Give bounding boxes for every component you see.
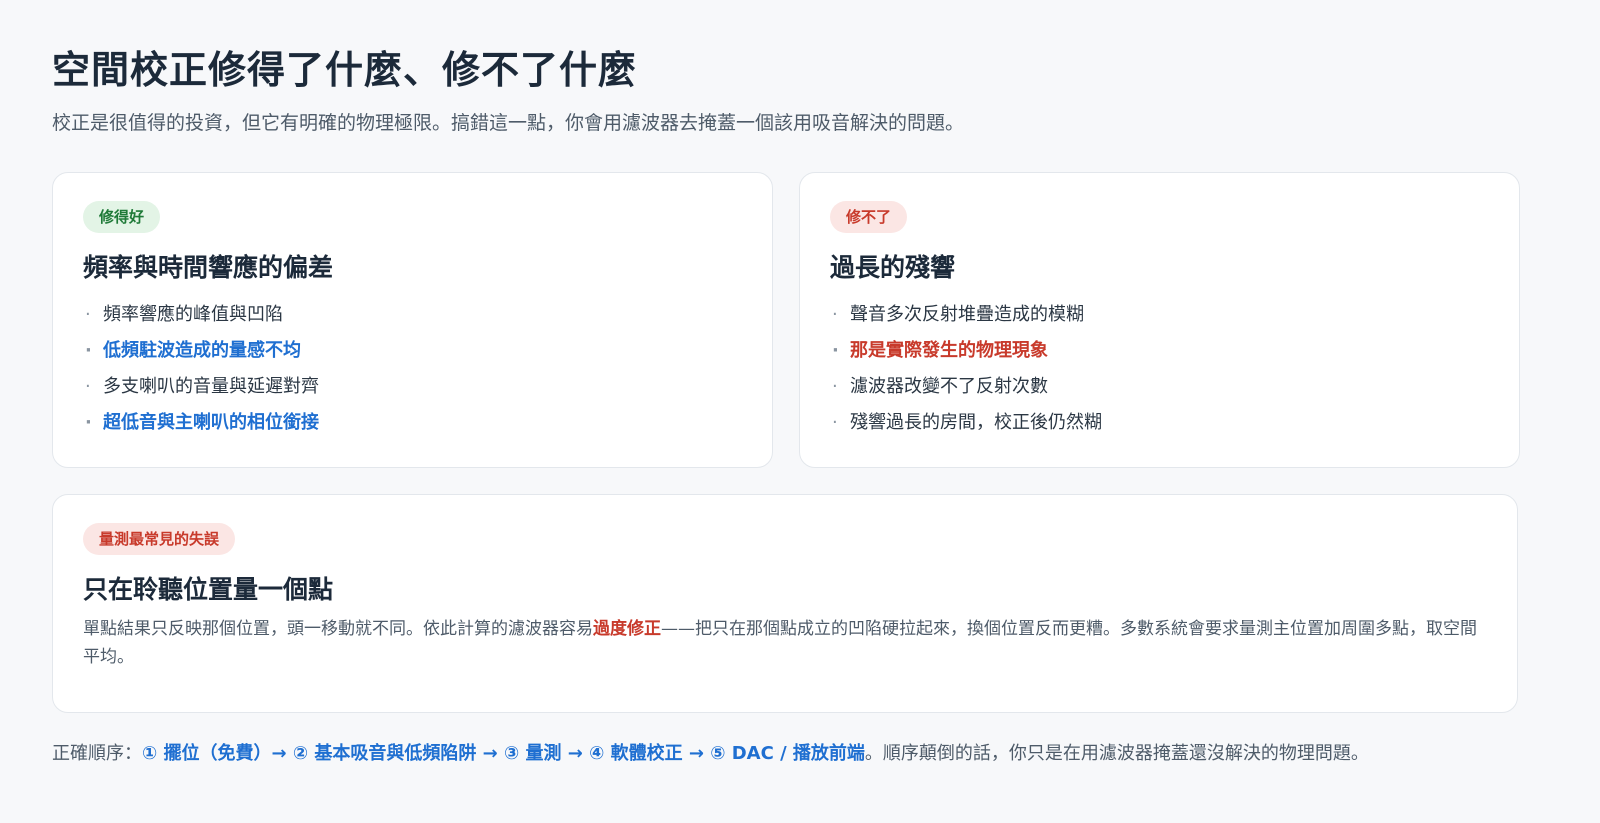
bullet-icon: · [832, 412, 838, 433]
status-badge-unfixable: 修不了 [830, 201, 908, 233]
emphasis-text: 過度修正 [593, 619, 661, 639]
bullet-icon: · [85, 340, 92, 361]
list-item: · 多支喇叭的音量與延遲對齊 [83, 369, 742, 405]
bullet-icon: · [832, 304, 838, 325]
list-item: · 殘響過長的房間，校正後仍然糊 [830, 405, 1489, 441]
footer-note: 正確順序：① 擺位（免費）→ ② 基本吸音與低頻陷阱 → ③ 量測 → ④ 軟體… [52, 739, 1548, 769]
mistake-description: 單點結果只反映那個位置，頭一移動就不同。依此計算的濾波器容易過度修正——把只在那… [83, 619, 1477, 667]
card-fixable: 修得好 頻率與時間響應的偏差 · 頻率響應的峰值與凹陷 · 低頻駐波造成的量感不均 … [52, 172, 773, 468]
list-item-highlighted: · 低頻駐波造成的量感不均 [83, 333, 742, 369]
card-unfixable: 修不了 過長的殘響 · 聲音多次反射堆疊造成的模糊 · 那是實際發生的物理現象 · 濾… [799, 172, 1520, 468]
status-badge-mistake: 量測最常見的失誤 [83, 523, 236, 555]
unfixable-list: · 聲音多次反射堆疊造成的模糊 · 那是實際發生的物理現象 · 濾波器改變不了反射次數… [830, 297, 1489, 441]
bullet-icon: · [85, 412, 92, 433]
footer-label: 正確順序： [52, 743, 142, 764]
fixable-list: · 頻率響應的峰值與凹陷 · 低頻駐波造成的量感不均 · 多支喇叭的音量與延遲對齊 ·… [83, 297, 742, 441]
card-title-fixable: 頻率與時間響應的偏差 [83, 253, 334, 282]
status-badge-fixable: 修得好 [83, 201, 161, 233]
list-item-highlighted: · 那是實際發生的物理現象 [830, 333, 1489, 369]
card-title-unfixable: 過長的殘響 [830, 253, 956, 282]
footer-tail: 。順序顛倒的話，你只是在用濾波器掩蓋還沒解決的物理問題。 [864, 743, 1369, 764]
page-subtitle: 校正是很值得的投資，但它有明確的物理極限。搞錯這一點，你會用濾波器去掩蓋一個該用… [52, 112, 965, 134]
list-item-highlighted: · 超低音與主喇叭的相位銜接 [83, 405, 742, 441]
bullet-icon: · [832, 376, 838, 397]
list-item: · 濾波器改變不了反射次數 [830, 369, 1489, 405]
card-mistake: 量測最常見的失誤 只在聆聽位置量一個點 單點結果只反映那個位置，頭一移動就不同。… [52, 494, 1518, 713]
footer-steps: ① 擺位（免費）→ ② 基本吸音與低頻陷阱 → ③ 量測 → ④ 軟體校正 → … [142, 743, 865, 764]
card-title-mistake: 只在聆聽位置量一個點 [83, 575, 334, 604]
cards-row: 修得好 頻率與時間響應的偏差 · 頻率響應的峰值與凹陷 · 低頻駐波造成的量感不均 … [52, 172, 1548, 468]
bullet-icon: · [85, 376, 91, 397]
page-title: 空間校正修得了什麼、修不了什麼 [52, 48, 638, 92]
page: 空間校正修得了什麼、修不了什麼 校正是很值得的投資，但它有明確的物理極限。搞錯這… [0, 0, 1600, 823]
bullet-icon: · [832, 340, 839, 361]
list-item: · 聲音多次反射堆疊造成的模糊 [830, 297, 1489, 333]
bullet-icon: · [85, 304, 91, 325]
list-item: · 頻率響應的峰值與凹陷 [83, 297, 742, 333]
